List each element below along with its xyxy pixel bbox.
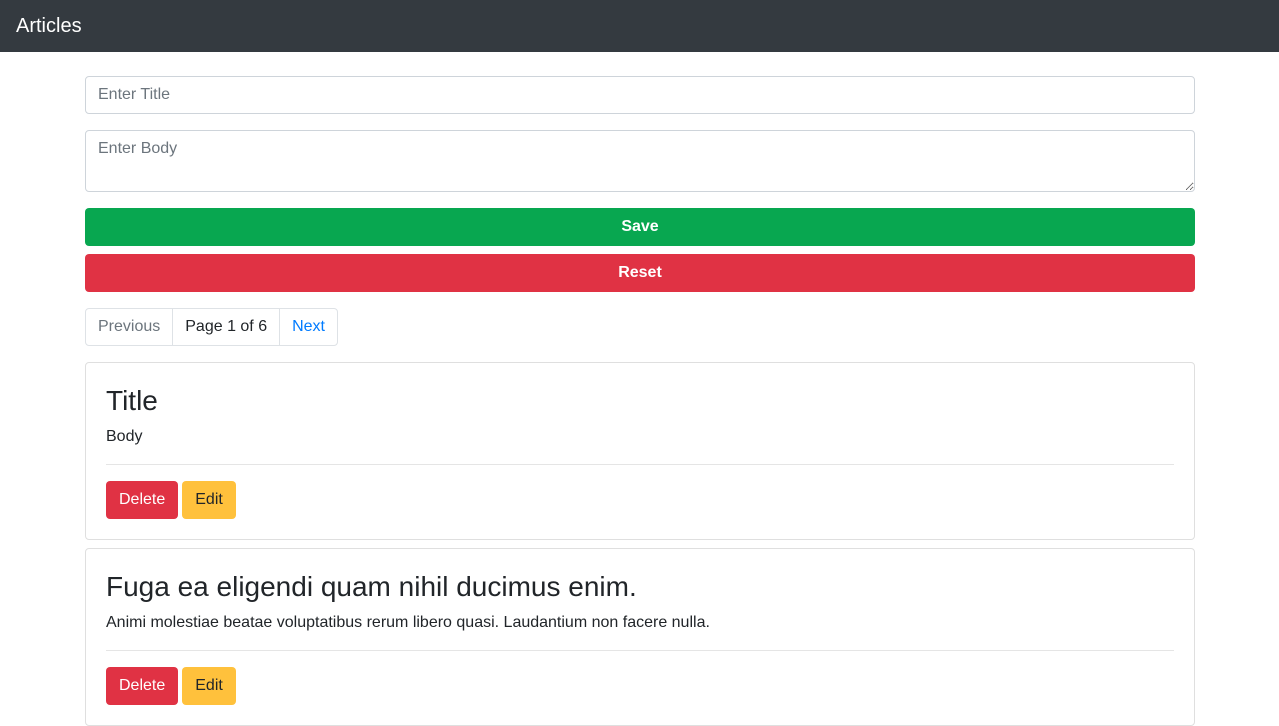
body-textarea[interactable]	[85, 130, 1195, 192]
page-indicator: Page 1 of 6	[172, 309, 279, 345]
article-card: Fuga ea eligendi quam nihil ducimus enim…	[85, 548, 1195, 726]
article-title: Fuga ea eligendi quam nihil ducimus enim…	[106, 571, 637, 602]
article-form: Save Reset	[85, 76, 1195, 292]
article-actions: Delete Edit	[106, 667, 1174, 705]
article-actions: Delete Edit	[106, 481, 1174, 519]
article-card: Title Body Delete Edit	[85, 362, 1195, 540]
card-divider	[106, 464, 1174, 465]
article-body: Body	[106, 428, 143, 445]
delete-button[interactable]: Delete	[106, 481, 179, 519]
title-input[interactable]	[85, 76, 1195, 114]
previous-page-button[interactable]: Previous	[86, 309, 172, 345]
edit-button[interactable]: Edit	[182, 667, 236, 705]
save-button[interactable]: Save	[85, 208, 1195, 246]
brand-link[interactable]: Articles	[16, 16, 82, 36]
card-divider	[106, 650, 1174, 651]
top-navbar: Articles	[0, 0, 1279, 52]
next-page-button[interactable]: Next	[279, 309, 337, 345]
delete-button[interactable]: Delete	[106, 667, 179, 705]
reset-button[interactable]: Reset	[85, 254, 1195, 292]
article-title: Title	[106, 385, 158, 416]
main-container: Save Reset Previous Page 1 of 6 Next Tit…	[85, 76, 1195, 726]
article-body: Animi molestiae beatae voluptatibus reru…	[106, 614, 710, 631]
edit-button[interactable]: Edit	[182, 481, 236, 519]
pagination: Previous Page 1 of 6 Next	[85, 308, 338, 346]
